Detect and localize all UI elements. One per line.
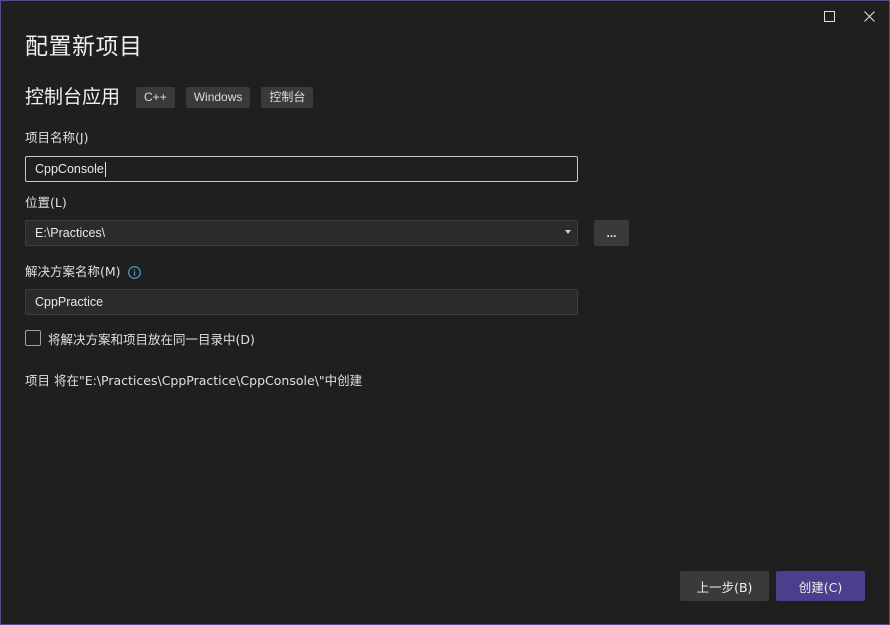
window-controls — [809, 1, 889, 31]
location-value: E:\Practices\ — [35, 226, 106, 240]
info-icon[interactable] — [127, 265, 141, 279]
browse-button[interactable]: ... — [594, 220, 629, 246]
same-directory-checkbox[interactable] — [25, 330, 41, 346]
close-icon — [863, 10, 875, 22]
tag-windows: Windows — [185, 86, 251, 108]
chevron-down-icon[interactable] — [565, 230, 571, 234]
back-button[interactable]: 上一步(B) — [680, 571, 769, 601]
tag-console: 控制台 — [261, 86, 314, 108]
project-name-value: CppConsole — [35, 162, 104, 176]
configure-project-dialog: 配置新项目 控制台应用 C++ Windows 控制台 项目名称(J) CppC… — [0, 0, 890, 625]
same-directory-label: 将解决方案和项目放在同一目录中(D) — [48, 331, 255, 347]
text-caret — [104, 161, 106, 177]
solution-name-value: CppPractice — [35, 295, 104, 309]
project-path-info: 项目 将在"E:\Practices\CppPractice\CppConsol… — [25, 373, 363, 388]
template-name: 控制台应用 — [25, 86, 121, 108]
project-name-label: 项目名称(J) — [25, 130, 89, 145]
template-header: 控制台应用 C++ Windows 控制台 — [25, 83, 324, 111]
location-label: 位置(L) — [25, 195, 67, 210]
solution-name-label-row: 解决方案名称(M) — [25, 263, 141, 281]
solution-name-label: 解决方案名称(M) — [25, 264, 121, 279]
solution-name-input[interactable]: CppPractice — [25, 289, 578, 315]
tag-cpp: C++ — [136, 86, 175, 108]
project-name-input[interactable]: CppConsole — [25, 156, 578, 182]
create-button[interactable]: 创建(C) — [776, 571, 865, 601]
maximize-icon — [823, 10, 835, 22]
location-combobox[interactable]: E:\Practices\ — [25, 220, 578, 246]
same-directory-option[interactable]: 将解决方案和项目放在同一目录中(D) — [25, 329, 255, 347]
maximize-button[interactable] — [809, 1, 849, 31]
close-button[interactable] — [849, 1, 889, 31]
page-title: 配置新项目 — [25, 34, 143, 60]
